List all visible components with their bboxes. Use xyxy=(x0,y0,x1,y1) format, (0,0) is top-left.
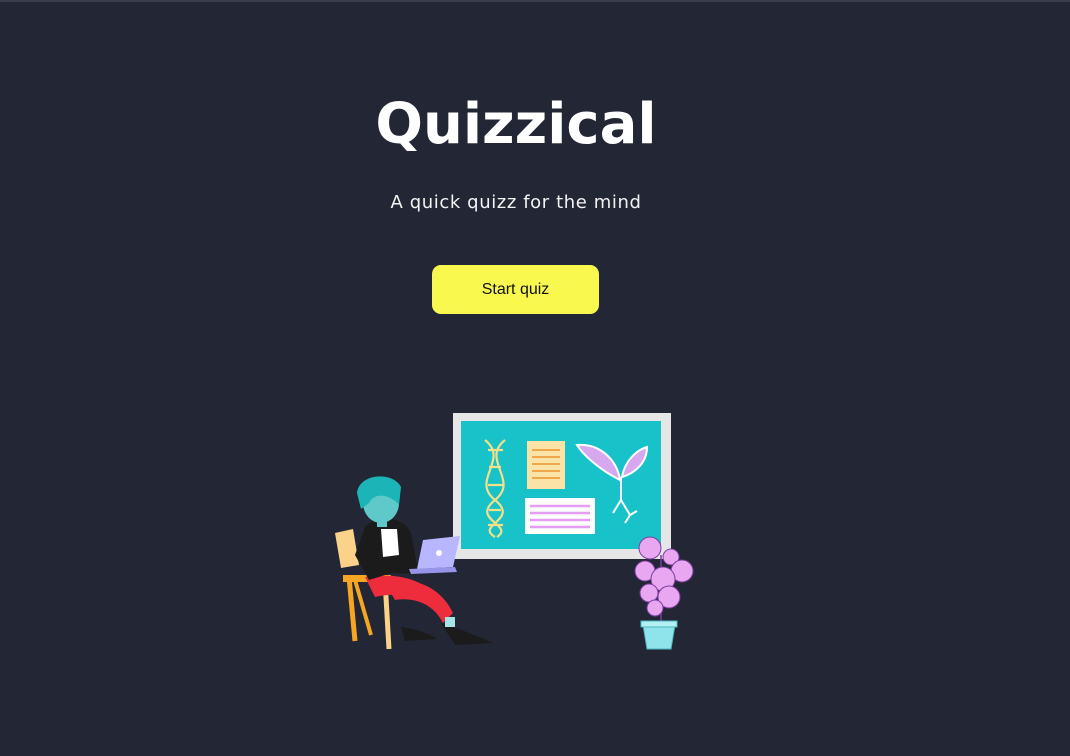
page-title: Quizzical xyxy=(375,92,657,157)
start-quiz-button[interactable]: Start quiz xyxy=(432,265,599,314)
top-border xyxy=(0,0,1070,2)
text-block-icon xyxy=(525,498,595,534)
page-subtitle: A quick quizz for the mind xyxy=(390,192,642,213)
note-sheet-icon xyxy=(527,441,565,489)
potted-plant-icon xyxy=(634,536,694,650)
landing-page: Quizzical A quick quizz for the mind Sta… xyxy=(0,0,1070,756)
presentation-board xyxy=(453,413,671,559)
person-studying-with-laptop-illustration xyxy=(335,413,694,650)
